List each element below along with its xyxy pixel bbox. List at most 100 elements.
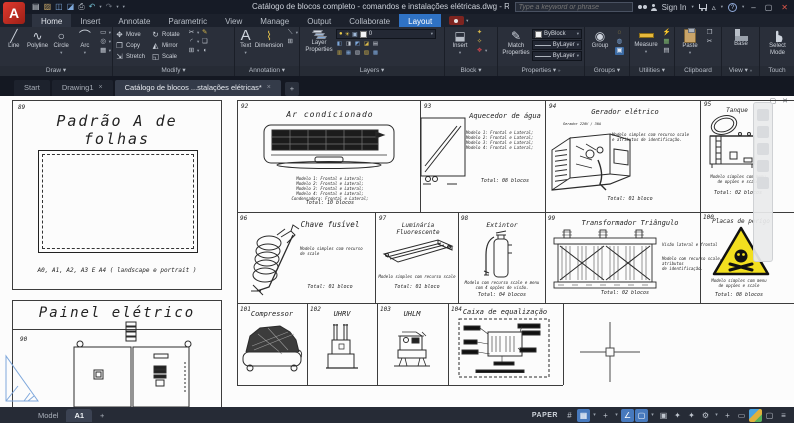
tab-home[interactable]: Home — [32, 14, 71, 27]
copy-button[interactable]: ❐Copy — [115, 40, 149, 51]
hatch-tool-icon[interactable]: ▦ — [99, 47, 108, 55]
panel-label-modify[interactable]: Modify ▾ — [113, 66, 234, 76]
tab-layout[interactable]: Layout — [399, 14, 441, 27]
linetype-dropdown[interactable]: ByLayer▾ — [532, 51, 582, 61]
layer-walk-icon[interactable]: ▦ — [345, 50, 352, 57]
attributes-icon[interactable]: ❖ — [475, 47, 484, 55]
layer-dropdown[interactable]: ● ☀ ▣ 0 ▾ — [336, 29, 436, 39]
pan-icon[interactable] — [757, 126, 769, 138]
orbit-icon[interactable] — [757, 160, 769, 172]
group-button[interactable]: ◉Group — [587, 29, 613, 50]
help-icon[interactable]: ? — [728, 3, 737, 12]
annotation-monitor-icon[interactable]: + — [721, 409, 734, 422]
leader-tool-icon[interactable]: ⟍ — [286, 29, 295, 37]
layer-prev-icon[interactable]: ▥ — [336, 50, 343, 57]
array-tool-icon[interactable]: ⊞ — [187, 47, 196, 55]
layer-off-icon[interactable]: ◧ — [336, 41, 343, 48]
panel-label-draw[interactable]: Draw ▾ — [0, 66, 112, 76]
showmotion-icon[interactable] — [757, 177, 769, 189]
quick-calc-icon[interactable]: ▦ — [662, 38, 671, 46]
panel-label-layers[interactable]: Layers ▾ — [300, 66, 444, 76]
group-edit-icon[interactable]: ◍ — [615, 38, 624, 46]
tab-manage[interactable]: Manage — [251, 14, 298, 27]
base-button[interactable]: Base — [727, 29, 755, 48]
tab-collaborate[interactable]: Collaborate — [340, 14, 399, 27]
ortho-mode-icon[interactable]: + — [599, 409, 612, 422]
copy-clip-icon[interactable]: ❐ — [705, 29, 714, 37]
polar-tracking-icon[interactable]: ∠ — [621, 409, 634, 422]
file-tab-drawing1[interactable]: Drawing1× — [52, 80, 113, 96]
tab-parametric[interactable]: Parametric — [159, 14, 216, 27]
mirror-button[interactable]: ◭Mirror — [151, 40, 185, 51]
rotate-button[interactable]: ↻Rotate — [151, 29, 185, 40]
color-dropdown[interactable]: ByBlock▾ — [532, 29, 582, 39]
fillet-tool-icon[interactable]: ◜ — [187, 38, 196, 46]
text-button[interactable]: AText▾ — [237, 29, 254, 56]
app-store-icon[interactable] — [699, 4, 707, 9]
new-tab-button[interactable]: + — [285, 82, 299, 96]
offset-tool-icon[interactable]: ◖ — [200, 47, 209, 55]
file-tab-start[interactable]: Start — [14, 80, 50, 96]
panel-label-groups[interactable]: Groups ▾ — [585, 66, 629, 76]
id-point-icon[interactable]: ▤ — [662, 47, 671, 55]
layer-freeze-icon[interactable]: ◩ — [354, 41, 361, 48]
clean-screen-icon[interactable]: ▢ — [763, 409, 776, 422]
sign-in-label[interactable]: Sign In — [662, 3, 687, 12]
line-button[interactable]: ╱Line — [2, 29, 26, 50]
snap-caret-icon[interactable]: ▾ — [591, 409, 598, 422]
snap-mode-icon[interactable]: ▦ — [577, 409, 590, 422]
maximize-button[interactable]: ▢ — [763, 3, 775, 12]
search-icon[interactable] — [638, 5, 642, 9]
panel-label-view[interactable]: View ▾ » — [722, 66, 759, 76]
new-layout-button[interactable]: + — [92, 409, 112, 422]
circle-button[interactable]: ○Circle▾ — [49, 29, 73, 56]
panel-label-properties[interactable]: Properties ▾ » — [498, 66, 584, 76]
layer-isolate-icon[interactable]: ◨ — [345, 41, 352, 48]
annotation-scale-icon[interactable]: ✦ — [685, 409, 698, 422]
tab-insert[interactable]: Insert — [71, 14, 109, 27]
doc-close-icon[interactable]: ✕ — [782, 97, 788, 105]
trim-tool-icon[interactable]: ✂ — [187, 29, 196, 37]
layer-delete-icon[interactable]: ▨ — [363, 50, 370, 57]
autodesk-app-icon[interactable]: ▵ — [712, 3, 716, 12]
minimize-button[interactable]: – — [749, 3, 757, 12]
navigation-bar[interactable] — [753, 102, 773, 262]
polyline-button[interactable]: ∿Polyline — [26, 29, 50, 50]
customization-menu-icon[interactable]: ≡ — [777, 409, 790, 422]
sign-in-caret-icon[interactable]: ▾ — [691, 4, 693, 10]
measure-button[interactable]: Measure▾ — [632, 29, 660, 55]
help-caret-icon[interactable]: ▾ — [742, 4, 744, 10]
quick-properties-icon[interactable]: ▭ — [735, 409, 748, 422]
cut-clip-icon[interactable]: ✂ — [705, 38, 714, 46]
layer-lock-tool-icon[interactable]: ◪ — [363, 41, 370, 48]
panel-label-touch[interactable]: Touch — [760, 66, 794, 76]
layer-merge-icon[interactable]: ▧ — [354, 50, 361, 57]
quick-select-icon[interactable]: ⚡ — [662, 29, 671, 37]
ribbon-options-caret-icon[interactable]: ▾ — [466, 18, 468, 24]
zoom-extents-icon[interactable] — [757, 143, 769, 155]
close-tab-icon[interactable]: × — [99, 80, 103, 96]
grid-display-icon[interactable]: # — [563, 409, 576, 422]
selection-cycling-icon[interactable]: ▣ — [657, 409, 670, 422]
object-snap-icon[interactable]: ▢ — [635, 409, 648, 422]
tab-annotate[interactable]: Annotate — [109, 14, 159, 27]
close-button[interactable]: ✕ — [779, 3, 790, 12]
search-input[interactable] — [515, 2, 633, 12]
layer-match-icon[interactable]: ▤ — [372, 41, 379, 48]
layout-tab-a1[interactable]: A1 — [66, 409, 92, 422]
layer-unlock-icon[interactable]: ▩ — [372, 50, 379, 57]
lineweight-dropdown[interactable]: ByLayer▾ — [532, 40, 582, 50]
paper-space-label[interactable]: PAPER — [532, 412, 558, 419]
workspace-switching-icon[interactable]: ⚙ — [699, 409, 712, 422]
graphics-performance-icon[interactable] — [749, 409, 762, 422]
table-tool-icon[interactable]: ⊞ — [286, 38, 295, 46]
annotation-visibility-icon[interactable]: ✦ — [671, 409, 684, 422]
panel-label-utilities[interactable]: Utilities ▾ — [630, 66, 674, 76]
create-block-icon[interactable]: ✦ — [475, 29, 484, 37]
edit-block-icon[interactable]: ✧ — [475, 38, 484, 46]
workspace-caret-icon[interactable]: ▾ — [713, 409, 720, 422]
dimension-button[interactable]: ⌇Dimension — [254, 29, 283, 50]
tab-output[interactable]: Output — [298, 14, 340, 27]
insert-button[interactable]: ⬓Insert▾ — [447, 29, 473, 56]
paste-button[interactable]: Paste▾ — [677, 29, 703, 56]
